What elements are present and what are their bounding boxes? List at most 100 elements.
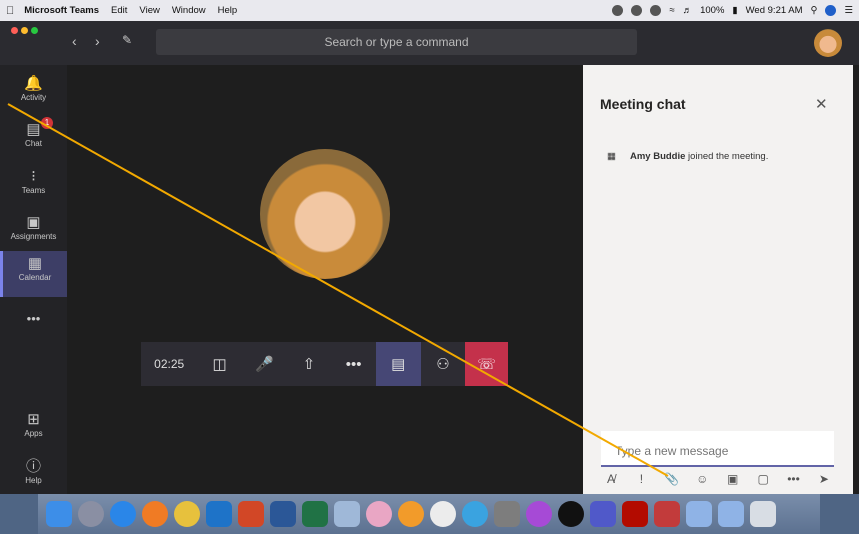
rail-more-button[interactable]: ••• [0,311,67,331]
macos-dock [0,494,859,534]
notification-center-icon[interactable]: ☰ [844,5,853,16]
window-close-button[interactable] [11,27,18,34]
status-icon[interactable] [631,5,643,16]
window-zoom-button[interactable] [31,27,38,34]
books-icon[interactable] [398,501,424,527]
priority-icon[interactable]: ! [631,472,651,486]
calendar-icon: ▦ [27,255,43,272]
system-preferences-icon[interactable] [494,501,520,527]
apple-tv-icon[interactable] [558,501,584,527]
calendar-event-icon: ▦ [607,151,616,162]
status-icon[interactable] [650,5,662,16]
help-icon: ⓘ [25,458,41,475]
app-rail: 🔔 Activity ▤ 1 Chat ⁝ Teams ▣ Assignment… [0,65,67,494]
camera-off-icon[interactable]: ◫ [197,342,242,386]
rail-item-assignments[interactable]: ▣ Assignments [0,210,67,256]
rail-item-teams[interactable]: ⁝ Teams [0,164,67,210]
search-placeholder: Search or type a command [324,35,469,49]
trash-icon[interactable] [750,501,776,527]
emoji-icon[interactable]: ☺ [692,472,712,486]
menu-window[interactable]: Window [172,5,206,16]
chat-title: Meeting chat [600,96,686,112]
call-controls: 02:25 ◫ 🎤 ⇧ ••• ▤ ⚇ ☏ [141,342,508,386]
teams-dock-icon[interactable] [590,501,616,527]
firefox-icon[interactable] [142,501,168,527]
rail-label: Teams [21,186,46,195]
messages-icon[interactable] [462,501,488,527]
rail-item-activity[interactable]: 🔔 Activity [0,71,67,117]
app-menu[interactable]: Microsoft Teams [24,5,99,16]
launchpad-icon[interactable] [78,501,104,527]
system-message-text: Amy Buddie joined the meeting. [630,151,768,162]
compose-toolbar: A̸ ! 📎 ☺ ▣ ▢ ••• ➤ [601,472,834,486]
macos-menubar:  Microsoft Teams Edit View Window Help … [0,0,859,21]
more-actions-icon[interactable]: ••• [331,342,376,386]
status-icon[interactable] [612,5,624,16]
volume-icon[interactable]: ♬ [683,5,693,16]
dictionary-icon[interactable] [654,501,680,527]
teams-icon: ⁝ [31,168,36,185]
microphone-icon[interactable]: 🎤 [242,342,287,386]
event-text: joined the meeting. [685,151,769,162]
rail-label: Help [25,476,42,485]
chrome-icon[interactable] [174,501,200,527]
siri-icon[interactable] [825,5,837,16]
participant-avatar [260,149,390,279]
safari-icon[interactable] [110,501,136,527]
share-screen-icon[interactable]: ⇧ [287,342,332,386]
participants-icon[interactable]: ⚇ [421,342,466,386]
message-input[interactable] [613,443,817,459]
more-options-icon[interactable]: ••• [784,472,804,486]
word-icon[interactable] [270,501,296,527]
menu-help[interactable]: Help [218,5,238,16]
powerpoint-icon[interactable] [238,501,264,527]
compose-icon[interactable]: ✎ [122,33,132,47]
more-icon: ••• [26,311,41,326]
folder-icon[interactable] [686,501,712,527]
chat-icon: ▤ [26,121,41,138]
acrobat-icon[interactable] [622,501,648,527]
podcasts-icon[interactable] [526,501,552,527]
gif-icon[interactable]: ▣ [723,472,743,486]
forward-icon[interactable]: › [95,33,100,49]
show-conversation-icon[interactable]: ▤ [375,342,421,386]
preview-icon[interactable] [334,501,360,527]
rail-label: Activity [20,93,47,102]
search-bar[interactable]: Search or type a command [156,29,637,55]
folder-icon[interactable] [718,501,744,527]
menu-view[interactable]: View [139,5,159,16]
chat-badge: 1 [41,117,53,129]
photos-icon[interactable] [366,501,392,527]
menu-edit[interactable]: Edit [111,5,127,16]
back-icon[interactable]: ‹ [72,33,77,49]
rail-item-apps[interactable]: ⊞ Apps [0,407,67,453]
wifi-icon[interactable]: ≈ [669,5,674,16]
close-icon[interactable]: ✕ [815,95,828,113]
hang-up-icon[interactable]: ☏ [465,342,508,386]
compose-box[interactable] [601,431,834,467]
app-icon[interactable] [430,501,456,527]
rail-label: Chat [25,139,42,148]
rail-label: Assignments [10,232,57,241]
format-icon[interactable]: A̸ [601,472,621,486]
rail-item-calendar[interactable]: ▦ Calendar [0,251,67,297]
outlook-icon[interactable] [206,501,232,527]
dock-shelf [38,494,820,534]
rail-label: Calendar [18,273,52,282]
battery-icon[interactable]: ▮ [732,5,737,16]
excel-icon[interactable] [302,501,328,527]
attach-icon[interactable]: 📎 [662,472,682,486]
window-minimize-button[interactable] [21,27,28,34]
send-icon[interactable]: ➤ [814,472,834,486]
finder-icon[interactable] [46,501,72,527]
battery-percent[interactable]: 100% [700,5,724,16]
spotlight-icon[interactable]: ⚲ [811,5,818,16]
menubar-clock[interactable]: Wed 9:21 AM [746,5,803,16]
assignments-icon: ▣ [26,214,41,231]
apple-menu-icon[interactable]:  [6,5,14,17]
call-stage: 02:25 ◫ 🎤 ⇧ ••• ▤ ⚇ ☏ [67,65,583,494]
profile-avatar[interactable] [814,29,842,57]
meeting-chat-panel: Meeting chat ✕ ▦ Amy Buddie joined the m… [583,65,853,494]
sticker-icon[interactable]: ▢ [753,472,773,486]
rail-item-chat[interactable]: ▤ 1 Chat [0,117,67,163]
